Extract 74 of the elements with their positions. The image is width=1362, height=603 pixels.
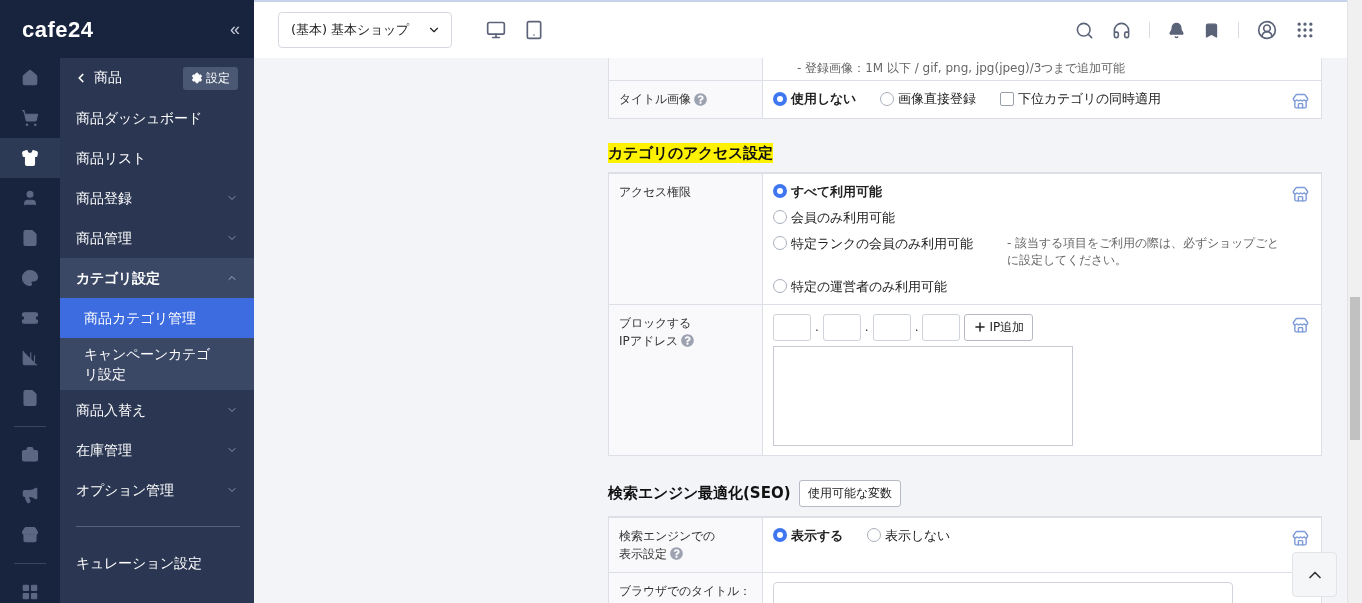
store-icon[interactable]: [1292, 93, 1309, 110]
variables-button[interactable]: 使用可能な変数: [798, 479, 901, 507]
radio-button[interactable]: [880, 91, 894, 106]
sidebar-subitem[interactable]: 商品カテゴリ管理: [60, 298, 254, 338]
checkbox[interactable]: [1000, 91, 1014, 106]
radio-button[interactable]: [773, 184, 787, 198]
help-note: - 該当する項目をご利用の際は、必ずショップごとに設定してください。: [1007, 234, 1281, 269]
field-label: ブロックする: [619, 314, 691, 332]
scrollbar-thumb[interactable]: [1350, 297, 1360, 440]
store-icon[interactable]: [1292, 529, 1309, 547]
collapse-button[interactable]: «: [230, 18, 240, 40]
radio-option[interactable]: 使用しない: [773, 90, 856, 107]
radio-button[interactable]: [773, 91, 787, 106]
radio-option[interactable]: 特定の運営者のみ利用可能: [773, 277, 947, 295]
radio-option[interactable]: 特定ランクの会員のみ利用可能: [773, 234, 973, 252]
ip-separator: .: [815, 320, 819, 334]
help-icon[interactable]: [670, 547, 683, 560]
store-icon[interactable]: [1292, 316, 1309, 334]
sidebar-item[interactable]: 在庫管理: [60, 430, 254, 470]
field-label: 表示設定: [619, 545, 667, 563]
monitor-icon[interactable]: [486, 20, 506, 40]
sidebar-item[interactable]: カテゴリ設定: [60, 258, 254, 298]
ip-octet-field[interactable]: [773, 313, 811, 341]
radio-option[interactable]: すべて利用可能: [773, 182, 882, 200]
field-label: ブラウザでのタイトル：: [619, 582, 751, 600]
radio-option[interactable]: 画像直接登録: [880, 90, 976, 107]
settings-button[interactable]: 設定: [183, 66, 238, 90]
section-title: 検索エンジン最適化(SEO): [608, 483, 791, 503]
ip-list-field[interactable]: [773, 345, 1073, 446]
sidebar-item[interactable]: キュレーション設定: [60, 543, 254, 583]
ip-separator: .: [864, 320, 869, 334]
back-link[interactable]: 商品: [74, 69, 122, 87]
field-label: IPアドレス: [619, 332, 678, 350]
radio-button[interactable]: [773, 279, 787, 293]
shop-select[interactable]: (基本) 基本ショップ: [278, 12, 452, 48]
ip-separator: .: [914, 320, 919, 334]
field-label: アクセス権限: [619, 183, 691, 201]
headset-icon[interactable]: [1112, 20, 1131, 40]
upload-note: - 登録画像：1M 以下 / gif, png, jpg(jpeg)/3つまで追加可能: [796, 61, 1126, 75]
ip-octet-field[interactable]: [922, 313, 961, 341]
field-label: タイトル画像: [619, 91, 691, 108]
sidebar-item[interactable]: 商品管理: [60, 218, 254, 258]
sidebar-item[interactable]: 商品入替え: [60, 390, 254, 430]
radio-button[interactable]: [773, 236, 787, 250]
gear-icon: [191, 72, 203, 84]
help-icon[interactable]: [694, 92, 707, 106]
plus-icon: [973, 320, 988, 334]
radio-button[interactable]: [773, 528, 787, 542]
section-title: カテゴリのアクセス設定: [608, 142, 773, 163]
sidebar-item[interactable]: オプション管理: [60, 470, 254, 510]
radio-option[interactable]: 表示する: [773, 526, 843, 544]
radio-option[interactable]: 会員のみ利用可能: [773, 208, 895, 226]
tablet-icon[interactable]: [524, 20, 544, 40]
search-icon[interactable]: [1075, 20, 1094, 40]
shirt-icon[interactable]: [0, 138, 60, 178]
radio-button[interactable]: [867, 528, 881, 542]
bookmark-icon[interactable]: [1203, 21, 1220, 39]
apps-grid-icon[interactable]: [1295, 20, 1315, 40]
bell-icon[interactable]: [1168, 21, 1185, 39]
radio-button[interactable]: [773, 210, 787, 224]
ip-octet-field[interactable]: [822, 313, 861, 341]
account-icon[interactable]: [1257, 20, 1277, 40]
store-icon[interactable]: [1292, 185, 1309, 203]
sidebar-item[interactable]: 商品リスト: [60, 138, 254, 178]
radio-option[interactable]: 表示しない: [867, 526, 950, 544]
checkbox-option[interactable]: 下位カテゴリの同時適用: [1000, 90, 1161, 107]
sidebar-item[interactable]: 商品ダッシュボード: [60, 98, 254, 138]
add-ip-button[interactable]: IP追加: [964, 313, 1034, 341]
sidebar-subitem[interactable]: キャンペーンカテゴリ設定: [60, 338, 254, 390]
sidebar-item[interactable]: 商品登録: [60, 178, 254, 218]
help-icon[interactable]: [680, 334, 694, 347]
field-label: 検索エンジンでの: [619, 527, 715, 545]
logo[interactable]: cafe24: [22, 17, 94, 43]
ip-octet-field[interactable]: [872, 313, 911, 341]
